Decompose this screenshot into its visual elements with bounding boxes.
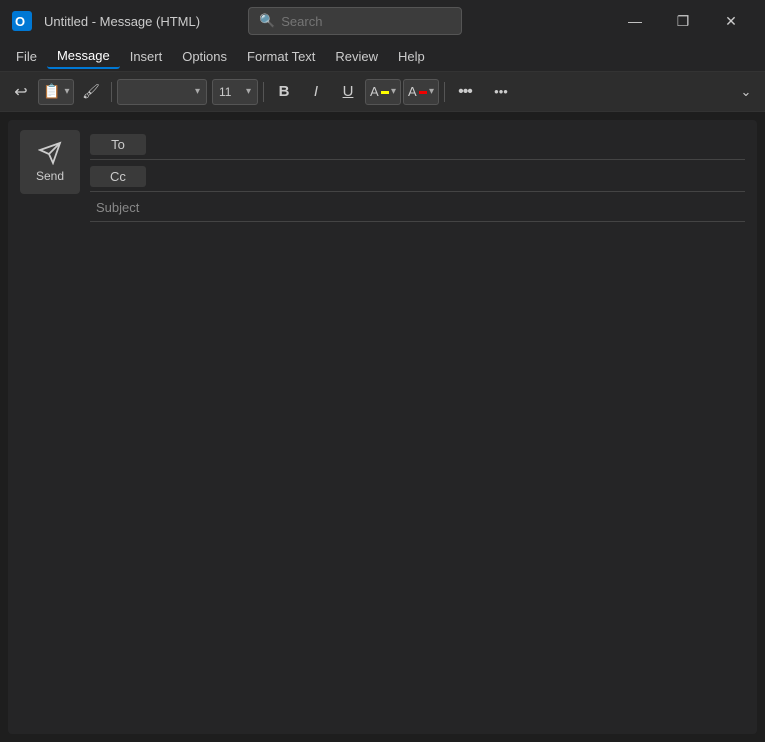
more-options-button[interactable]: ••• xyxy=(450,78,480,106)
send-icon xyxy=(38,141,62,165)
font-color-dropdown[interactable]: A ▾ xyxy=(403,79,439,105)
title-text: Untitled - Message (HTML) xyxy=(44,14,200,29)
window-controls: — ❐ ✕ xyxy=(613,7,753,35)
highlight-chevron: ▾ xyxy=(391,86,396,97)
menu-options[interactable]: Options xyxy=(172,45,237,68)
minimize-button[interactable]: — xyxy=(613,7,657,35)
menu-message[interactable]: Message xyxy=(47,44,120,69)
cc-row: Cc xyxy=(90,162,745,192)
underline-button[interactable]: U xyxy=(333,78,363,106)
send-label: Send xyxy=(36,169,64,183)
italic-button[interactable]: I xyxy=(301,78,331,106)
subject-label: Subject xyxy=(96,200,139,215)
clipboard-chevron: ▾ xyxy=(64,86,69,97)
search-box[interactable]: 🔍 xyxy=(248,7,462,35)
to-button[interactable]: To xyxy=(90,134,146,155)
svg-text:O: O xyxy=(15,14,25,29)
menu-help[interactable]: Help xyxy=(388,45,435,68)
font-color-chevron: ▾ xyxy=(429,86,434,97)
subject-row: Subject xyxy=(90,194,745,222)
font-size-dropdown[interactable]: 11 ▾ xyxy=(212,79,258,105)
font-color-icon: A xyxy=(408,84,417,99)
toolbar: ↩ 📋 ▾ 🖌 ▾ 11 ▾ B I U A ▾ A ▾ ••• ••• ⌄ xyxy=(0,72,765,112)
font-size-chevron: ▾ xyxy=(246,86,251,97)
menu-bar: File Message Insert Options Format Text … xyxy=(0,42,765,72)
toolbar-sep-1 xyxy=(111,82,112,102)
font-name-dropdown[interactable]: ▾ xyxy=(117,79,207,105)
cc-button[interactable]: Cc xyxy=(90,166,146,187)
bold-button[interactable]: B xyxy=(269,78,299,106)
font-size-value: 11 xyxy=(219,85,242,99)
clipboard-dropdown[interactable]: 📋 ▾ xyxy=(38,79,74,105)
expand-ribbon-button[interactable]: ⌄ xyxy=(731,78,761,106)
undo-button[interactable]: ↩ xyxy=(6,78,36,106)
font-name-chevron: ▾ xyxy=(195,86,200,97)
clipboard-icon: 📋 xyxy=(43,83,60,100)
menu-insert[interactable]: Insert xyxy=(120,45,173,68)
menu-file[interactable]: File xyxy=(6,45,47,68)
toolbar-sep-2 xyxy=(263,82,264,102)
subject-input[interactable] xyxy=(145,200,739,215)
compose-area: Send To Cc Subject xyxy=(8,120,757,734)
toolbar-sep-3 xyxy=(444,82,445,102)
toolbar-overflow-button[interactable]: ••• xyxy=(486,78,516,106)
compose-header: Send To Cc Subject xyxy=(8,120,757,232)
to-input[interactable] xyxy=(150,135,745,154)
menu-review[interactable]: Review xyxy=(325,45,388,68)
fields-container: To Cc Subject xyxy=(90,130,745,222)
app-icon: O xyxy=(12,11,32,31)
to-row: To xyxy=(90,130,745,160)
maximize-button[interactable]: ❐ xyxy=(661,7,705,35)
paste-format-button[interactable]: 🖌 xyxy=(76,78,106,106)
send-button[interactable]: Send xyxy=(20,130,80,194)
close-button[interactable]: ✕ xyxy=(709,7,753,35)
search-icon: 🔍 xyxy=(259,13,275,29)
title-bar: O Untitled - Message (HTML) 🔍 — ❐ ✕ xyxy=(0,0,765,42)
menu-format-text[interactable]: Format Text xyxy=(237,45,325,68)
highlight-dropdown[interactable]: A ▾ xyxy=(365,79,401,105)
search-input[interactable] xyxy=(281,14,421,29)
message-body[interactable] xyxy=(8,232,757,734)
highlight-icon: A xyxy=(370,84,379,99)
cc-input[interactable] xyxy=(150,167,745,186)
